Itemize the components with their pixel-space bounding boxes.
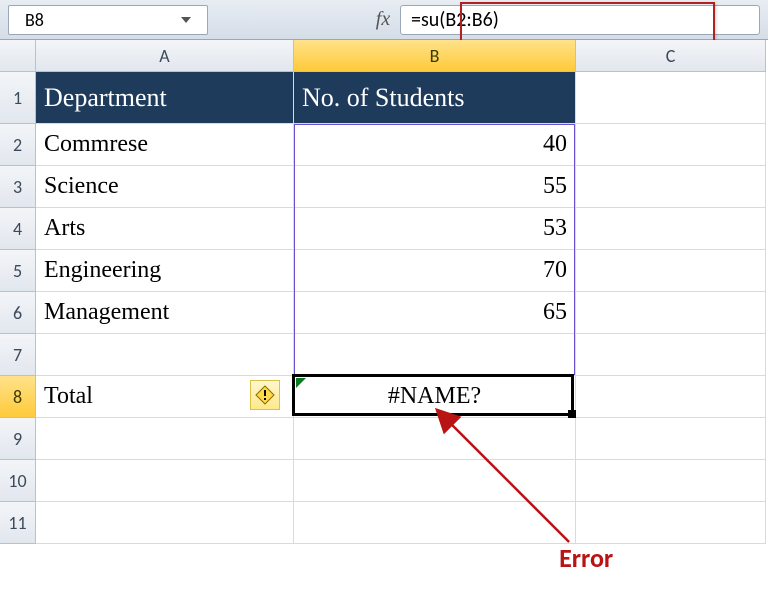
cell-a4[interactable]: Arts — [36, 208, 294, 250]
column-header-b[interactable]: B — [294, 40, 576, 72]
row-header-3[interactable]: 3 — [0, 166, 36, 208]
select-all-corner[interactable] — [0, 40, 36, 72]
cell-c2[interactable] — [576, 124, 766, 166]
cell-a3[interactable]: Science — [36, 166, 294, 208]
cell-c10[interactable] — [576, 460, 766, 502]
cell-b6[interactable]: 65 — [294, 292, 576, 334]
cell-c1[interactable] — [576, 72, 766, 124]
cell-b9[interactable] — [294, 418, 576, 460]
row-header-1[interactable]: 1 — [0, 72, 36, 124]
cell-b11[interactable] — [294, 502, 576, 544]
warning-icon — [255, 385, 275, 405]
formula-text: =su(B2:B6) — [411, 8, 499, 32]
cell-c9[interactable] — [576, 418, 766, 460]
cell-b5[interactable]: 70 — [294, 250, 576, 292]
formula-bar: B8 fx =su(B2:B6) — [0, 0, 768, 40]
column-headers: ABC — [36, 40, 766, 72]
cell-a5[interactable]: Engineering — [36, 250, 294, 292]
cell-b4[interactable]: 53 — [294, 208, 576, 250]
cell-b3[interactable]: 55 — [294, 166, 576, 208]
column-header-c[interactable]: C — [576, 40, 766, 72]
row-header-5[interactable]: 5 — [0, 250, 36, 292]
name-box-value: B8 — [25, 9, 44, 31]
row-header-2[interactable]: 2 — [0, 124, 36, 166]
cell-a6[interactable]: Management — [36, 292, 294, 334]
cell-c5[interactable] — [576, 250, 766, 292]
name-box[interactable]: B8 — [8, 5, 208, 35]
row-header-11[interactable]: 11 — [0, 502, 36, 544]
cell-a7[interactable] — [36, 334, 294, 376]
row-header-4[interactable]: 4 — [0, 208, 36, 250]
formula-area: fx =su(B2:B6) — [370, 5, 760, 35]
cell-a10[interactable] — [36, 460, 294, 502]
cell-a2[interactable]: Commrese — [36, 124, 294, 166]
cell-c4[interactable] — [576, 208, 766, 250]
cell-b7[interactable] — [294, 334, 576, 376]
row-headers: 1234567891011 — [0, 72, 36, 544]
annotation-label: Error — [559, 542, 613, 574]
row-header-6[interactable]: 6 — [0, 292, 36, 334]
row-header-7[interactable]: 7 — [0, 334, 36, 376]
cell-c3[interactable] — [576, 166, 766, 208]
cell-c6[interactable] — [576, 292, 766, 334]
error-smart-tag[interactable] — [250, 380, 280, 410]
cell-c8[interactable] — [576, 376, 766, 418]
fx-icon[interactable]: fx — [370, 8, 396, 31]
cell-a1-header[interactable]: Department — [36, 72, 294, 124]
cell-a11[interactable] — [36, 502, 294, 544]
cell-b8[interactable]: #NAME? — [294, 376, 576, 418]
column-header-a[interactable]: A — [36, 40, 294, 72]
cell-b2[interactable]: 40 — [294, 124, 576, 166]
chevron-down-icon — [181, 17, 191, 23]
row-header-8[interactable]: 8 — [0, 376, 36, 418]
cell-c11[interactable] — [576, 502, 766, 544]
cell-b10[interactable] — [294, 460, 576, 502]
row-header-9[interactable]: 9 — [0, 418, 36, 460]
cell-b1-header[interactable]: No. of Students — [294, 72, 576, 124]
row-header-10[interactable]: 10 — [0, 460, 36, 502]
worksheet: ABC 1234567891011 DepartmentNo. of Stude… — [0, 40, 768, 602]
formula-input[interactable]: =su(B2:B6) — [400, 5, 760, 35]
cell-a9[interactable] — [36, 418, 294, 460]
cell-c7[interactable] — [576, 334, 766, 376]
